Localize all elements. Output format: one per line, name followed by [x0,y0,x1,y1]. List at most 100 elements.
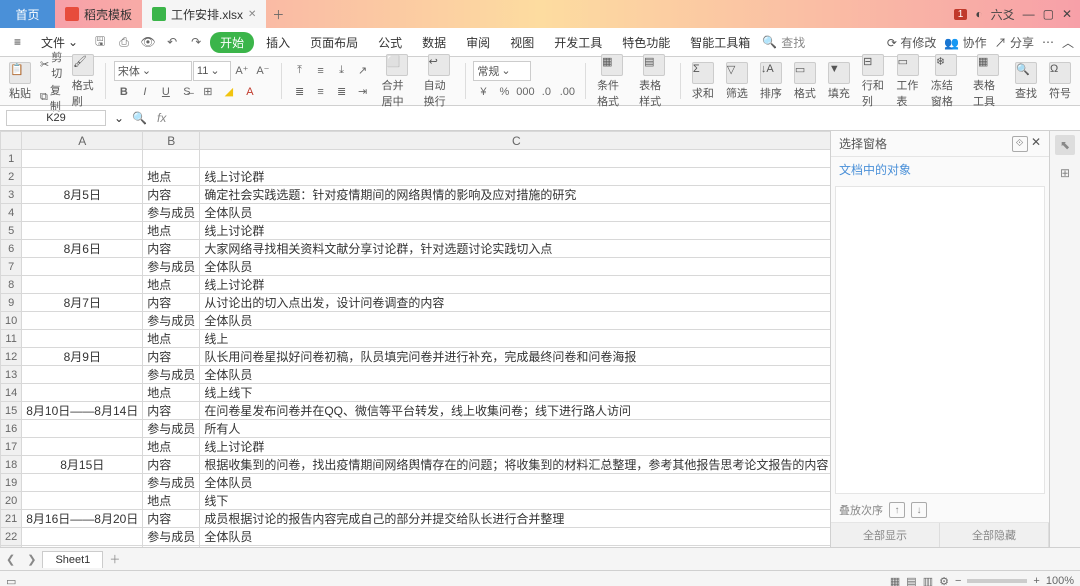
cell[interactable]: 内容 [143,456,200,474]
row-header[interactable]: 11 [1,330,22,348]
cell[interactable]: 参与成员 [143,204,200,222]
preview-icon[interactable]: 👁 [138,32,158,52]
cell[interactable]: 线上讨论群 [200,276,830,294]
currency-icon[interactable]: ¥ [473,82,493,102]
cond-format[interactable]: ▦条件格式 [594,54,630,109]
align-bot-icon[interactable]: ⤓ [332,61,352,81]
sheet-next-icon[interactable]: ❯ [21,553,42,566]
paste-group[interactable]: 📋粘贴 [6,62,34,101]
cell[interactable]: 地点 [143,492,200,510]
orient-icon[interactable]: ↗ [353,61,373,81]
cell[interactable] [22,312,143,330]
name-box[interactable]: K29 [6,110,106,126]
cell[interactable]: 线上线下 [200,384,830,402]
cell[interactable]: 根据收集到的问卷，找出疫情期间网络舆情存在的问题；将收集到的材料汇总整理，参考其… [200,456,830,474]
dec-dec-icon[interactable]: .00 [557,82,577,102]
col-header[interactable] [1,132,22,150]
cell[interactable]: 在问卷星发布问卷并在QQ、微信等平台转发，线上收集问卷；线下进行路人访问 [200,402,830,420]
merge-button[interactable]: ⬜合并居中 [379,54,415,109]
increase-font-icon[interactable]: A⁺ [232,61,252,81]
row-header[interactable]: 3 [1,186,22,204]
cell[interactable]: 8月6日 [22,240,143,258]
cell[interactable]: 确定社会实践选题：针对疫情期间的网络舆情的影响及应对措施的研究 [200,186,830,204]
tab-view[interactable]: 视图 [502,31,542,54]
underline-icon[interactable]: U [156,82,176,102]
sheet-tab[interactable]: Sheet1 [42,551,103,568]
format-painter[interactable]: 🖌格式刷 [69,54,98,109]
cell[interactable]: 全体队员 [200,204,830,222]
show-all-button[interactable]: 全部显示 [831,523,940,547]
size-select[interactable]: 11 ⌄ [193,61,231,81]
tabletool-button[interactable]: ▦表格工具 [970,54,1006,109]
cell[interactable]: 内容 [143,294,200,312]
row-header[interactable]: 4 [1,204,22,222]
pin-icon[interactable]: ⟐ [1012,136,1028,152]
row-header[interactable]: 18 [1,456,22,474]
row-header[interactable]: 6 [1,240,22,258]
cell[interactable]: 内容 [143,348,200,366]
copy-button[interactable]: ⧉ 复制 [40,82,63,114]
fill-color-icon[interactable]: ◢ [219,82,239,102]
filter-button[interactable]: ▽筛选 [723,62,751,101]
add-sheet-icon[interactable]: ＋ [103,551,126,567]
cell[interactable]: 所有人 [200,420,830,438]
save-icon[interactable]: 🖫 [90,32,110,52]
view-normal-icon[interactable]: ▦ [890,575,900,586]
tab-file[interactable]: 工作安排.xlsx ✕ [142,0,266,28]
redo-icon[interactable]: ↷ [186,32,206,52]
row-header[interactable]: 15 [1,402,22,420]
row-header[interactable]: 12 [1,348,22,366]
sort-button[interactable]: ↓A排序 [757,62,785,101]
formula-input[interactable] [174,110,1074,127]
col-header[interactable]: B [143,132,200,150]
cell[interactable]: 地点 [143,546,200,548]
row-header[interactable]: 10 [1,312,22,330]
tab-home[interactable]: 首页 [0,0,55,28]
cell[interactable]: 线上讨论群 [200,168,830,186]
user-name[interactable]: 六爻 [991,6,1015,23]
cell[interactable]: 8月7日 [22,294,143,312]
cell[interactable] [200,150,830,168]
dropdown-icon[interactable]: ⌄ [114,111,124,125]
indent-icon[interactable]: ⇥ [353,82,373,102]
cell[interactable] [143,150,200,168]
border-icon[interactable]: ⊞ [198,82,218,102]
row-header[interactable]: 7 [1,258,22,276]
more-icon[interactable]: ⋯ [1042,35,1054,49]
view-page-icon[interactable]: ▤ [906,575,916,586]
cell[interactable]: 8月15日 [22,456,143,474]
zoom-level[interactable]: 100% [1046,575,1074,586]
print-icon[interactable]: ⎙ [114,32,134,52]
row-header[interactable]: 21 [1,510,22,528]
cell[interactable]: 大家网络寻找相关资料文献分享讨论群，针对选题讨论实践切入点 [200,240,830,258]
hide-all-button[interactable]: 全部隐藏 [940,523,1049,547]
cell[interactable]: 全体队员 [200,258,830,276]
new-tab-button[interactable]: ＋ [266,0,290,28]
search-box[interactable]: 🔍 查找 [762,34,805,51]
tab-template[interactable]: 稻壳模板 [55,0,142,28]
send-back-icon[interactable]: ↓ [911,502,927,518]
cell[interactable]: 线上讨论群 [200,438,830,456]
cell[interactable] [22,222,143,240]
tab-smart[interactable]: 智能工具箱 [682,31,758,54]
cell[interactable]: 地点 [143,384,200,402]
cell[interactable] [22,330,143,348]
align-right-icon[interactable]: ≣ [332,82,352,102]
align-top-icon[interactable]: ⤒ [290,61,310,81]
minimize-icon[interactable]: — [1023,7,1035,21]
decrease-font-icon[interactable]: A⁻ [253,61,273,81]
cell[interactable]: 地点 [143,276,200,294]
cell[interactable]: 内容 [143,240,200,258]
comma-icon[interactable]: 000 [515,82,535,102]
avatar-icon[interactable]: ◐ [975,7,982,21]
cell[interactable]: 线下 [200,546,830,548]
italic-icon[interactable]: I [135,82,155,102]
tab-start[interactable]: 开始 [210,32,254,53]
sum-button[interactable]: Σ求和 [689,62,717,101]
cut-button[interactable]: ✂ 剪切 [40,49,63,81]
sheet-prev-icon[interactable]: ❮ [0,553,21,566]
view-break-icon[interactable]: ▥ [923,575,933,586]
bring-front-icon[interactable]: ↑ [889,502,905,518]
tab-feature[interactable]: 特色功能 [614,31,678,54]
row-header[interactable]: 2 [1,168,22,186]
